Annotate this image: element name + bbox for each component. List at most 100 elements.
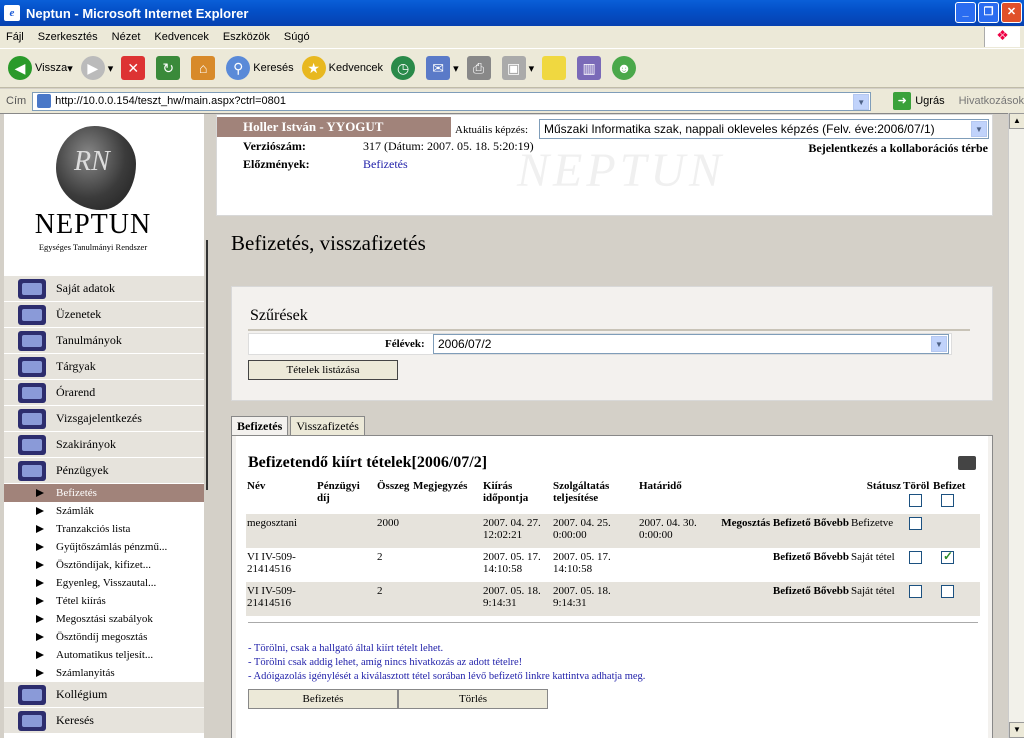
triangle-right-icon — [36, 489, 44, 497]
books-icon — [18, 356, 46, 377]
sidebar-item-sajat-adatok[interactable]: Saját adatok — [4, 276, 204, 302]
sidebar-item-targyak[interactable]: Tárgyak — [4, 354, 204, 380]
select-all-pay-checkbox[interactable] — [941, 494, 954, 507]
sidebar-item-szakiranyok[interactable]: Szakirányok — [4, 432, 204, 458]
research-button[interactable]: ▥ — [577, 56, 604, 80]
triangle-right-icon — [36, 615, 44, 623]
sidebar-subitem-szamlanyitas[interactable]: Számlanyitás — [4, 664, 204, 682]
menu-favorites[interactable]: Kedvencek — [154, 31, 208, 43]
header-watermark: NEPTUN — [517, 144, 726, 197]
back-button[interactable]: ◀ Vissza ▾ — [8, 56, 73, 80]
sidebar-subitem-egyenleg[interactable]: Egyenleg, Visszautal... — [4, 574, 204, 592]
window-titlebar: e Neptun - Microsoft Internet Explorer _… — [0, 0, 1024, 26]
vertical-scrollbar[interactable]: ▲ ▼ — [1008, 113, 1024, 738]
delete-checkbox[interactable] — [909, 551, 922, 564]
scroll-up-icon[interactable]: ▲ — [1009, 113, 1024, 129]
sidebar-item-penzugyek[interactable]: Pénzügyek — [4, 458, 204, 484]
delete-checkbox[interactable] — [909, 517, 922, 530]
stop-button[interactable]: ✕ — [121, 56, 148, 80]
sidebar: RN NEPTUN Egységes Tanulmányi Rendszer S… — [4, 114, 204, 738]
go-button[interactable]: ➜ Ugrás — [893, 92, 945, 110]
sidebar-subitem-osztondij-megosztas[interactable]: Ösztöndíj megosztás — [4, 628, 204, 646]
search-label: Keresés — [253, 62, 294, 74]
sidebar-subitem-tetel-kiiras[interactable]: Tétel kiírás — [4, 592, 204, 610]
sidebar-item-uzenetek[interactable]: Üzenetek — [4, 302, 204, 328]
pay-checkbox[interactable] — [941, 585, 954, 598]
cell-megjegyzes — [412, 548, 482, 582]
delete-button[interactable]: Törlés — [398, 689, 548, 709]
col-header-label: Töröl — [903, 480, 930, 492]
sidebar-subitem-automatikus[interactable]: Automatikus teljesít... — [4, 646, 204, 664]
search-button[interactable]: ⚲ Keresés — [226, 56, 294, 80]
note-line: - Adóigazolás igénylését a kiválasztott … — [248, 671, 646, 682]
chevron-down-icon[interactable]: ▼ — [931, 336, 947, 352]
pay-checkbox[interactable] — [941, 549, 954, 564]
chevron-down-icon[interactable]: ▼ — [853, 93, 870, 110]
sidebar-item-tanulmanyok[interactable]: Tanulmányok — [4, 328, 204, 354]
select-all-delete-checkbox[interactable] — [909, 494, 922, 507]
messenger-button[interactable]: ☻ — [612, 56, 639, 80]
sidebar-subitem-label: Számlanyitás — [56, 667, 115, 679]
collab-link[interactable]: Bejelentkezés a kollaborációs térbe — [808, 141, 988, 156]
menu-tools[interactable]: Eszközök — [223, 31, 270, 43]
sidebar-subitem-label: Gyűjtőszámlás pénzmű... — [56, 541, 168, 553]
edit-icon: ▣ — [501, 56, 526, 80]
history-button[interactable]: ◷ — [391, 56, 418, 80]
scroll-down-icon[interactable]: ▼ — [1009, 722, 1024, 738]
sidebar-subitem-gyujtoszamlas[interactable]: Gyűjtőszámlás pénzmű... — [4, 538, 204, 556]
cell-megjegyzes — [412, 582, 482, 616]
kepzes-select[interactable]: Műszaki Informatika szak, nappali okleve… — [539, 119, 989, 139]
felevek-select[interactable]: 2006/07/2 ▼ — [433, 334, 949, 354]
page-icon — [37, 94, 52, 108]
close-button[interactable]: ✕ — [1001, 2, 1022, 23]
sidebar-subitem-szamlak[interactable]: Számlák — [4, 502, 204, 520]
cell-kiiras: 2007. 05. 17. 14:10:58 — [483, 551, 541, 575]
printer-icon[interactable] — [958, 456, 976, 470]
discuss-button[interactable] — [542, 56, 569, 80]
delete-checkbox[interactable] — [909, 585, 922, 598]
row-action-links[interactable]: Befizető Bővebb — [704, 548, 850, 582]
tab-visszafizetes[interactable]: Visszafizetés — [290, 416, 365, 436]
maximize-button[interactable]: ❐ — [978, 2, 999, 23]
row-action-links[interactable]: Megosztás Befizető Bővebb — [704, 514, 850, 548]
tab-befizetes[interactable]: Befizetés — [231, 416, 289, 436]
tools-icon — [18, 434, 46, 455]
history-link[interactable]: Befizetés — [363, 157, 408, 172]
row-action-links[interactable]: Befizető Bővebb — [704, 582, 850, 616]
cell-hatarido — [638, 548, 704, 582]
refresh-button[interactable]: ↻ — [156, 56, 183, 80]
forward-arrow-icon: ▶ — [80, 56, 105, 80]
minimize-button[interactable]: _ — [955, 2, 976, 23]
forward-button[interactable]: ▶ ▾ — [80, 56, 113, 80]
sidebar-item-orarend[interactable]: Órarend — [4, 380, 204, 406]
mail-button[interactable]: ✉ ▾ — [426, 56, 459, 80]
list-items-button[interactable]: Tételek listázása — [248, 360, 398, 380]
links-label[interactable]: Hivatkozások — [959, 95, 1024, 107]
sidebar-subitem-tranzakcios-lista[interactable]: Tranzakciós lista — [4, 520, 204, 538]
favorites-button[interactable]: ★ Kedvencek — [301, 56, 383, 80]
pay-button[interactable]: Befizetés — [248, 689, 398, 709]
edit-button[interactable]: ▣ ▾ — [501, 56, 534, 80]
clock-icon — [18, 382, 46, 403]
felevek-label: Félévek: — [385, 338, 425, 350]
chevron-down-icon[interactable]: ▼ — [971, 121, 987, 137]
document-icon — [18, 408, 46, 429]
col-header: Szolgáltatás teljesítése — [553, 480, 610, 504]
menu-edit[interactable]: Szerkesztés — [38, 31, 98, 43]
menu-file[interactable]: Fájl — [6, 31, 24, 43]
sidebar-item-vizsgajelentkezes[interactable]: Vizsgajelentkezés — [4, 406, 204, 432]
home-button[interactable]: ⌂ — [191, 56, 218, 80]
sidebar-subitem-megosztasi-szabalyok[interactable]: Megosztási szabályok — [4, 610, 204, 628]
sidebar-item-kollegium[interactable]: Kollégium — [4, 682, 204, 708]
menu-view[interactable]: Nézet — [112, 31, 141, 43]
print-button[interactable]: ⎙ — [466, 56, 494, 80]
cell-teljesites: 2007. 05. 17. 14:10:58 — [553, 551, 611, 575]
sidebar-subitem-label: Megosztási szabályok — [56, 613, 153, 625]
neptun-stone-logo: RN — [56, 126, 136, 210]
sidebar-subitem-osztondijak[interactable]: Ösztöndíjak, kifizet... — [4, 556, 204, 574]
sidebar-collapse-handle[interactable] — [204, 240, 208, 490]
menu-help[interactable]: Súgó — [284, 31, 310, 43]
address-input[interactable]: http://10.0.0.154/teszt_hw/main.aspx?ctr… — [32, 91, 872, 111]
sidebar-subitem-befizetes[interactable]: Befizetés — [4, 484, 204, 502]
sidebar-item-kereses[interactable]: Keresés — [4, 708, 204, 734]
